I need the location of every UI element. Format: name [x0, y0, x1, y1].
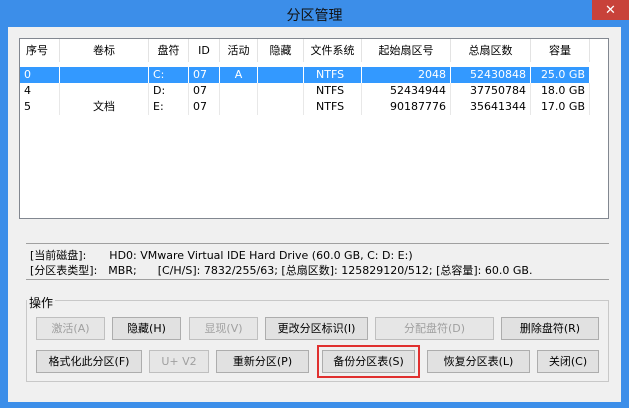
backup-button-highlight: [317, 345, 420, 378]
partition-type-line: [分区表类型]: MBR; [C/H/S]: 7832/255/63; [总扇区…: [30, 262, 532, 278]
disk-geometry-value: [C/H/S]: 7832/255/63; [总扇区数]: 125829120/…: [157, 264, 533, 277]
current-disk-label: [当前磁盘]:: [30, 249, 87, 262]
partition-type-value: MBR;: [108, 264, 137, 277]
window-close-button[interactable]: ✕: [592, 0, 629, 20]
current-disk-value: HD0: VMware Virtual IDE Hard Drive (60.0…: [109, 249, 413, 262]
close-button[interactable]: 关闭(C): [537, 350, 599, 373]
table-row[interactable]: 0 C: 07 A NTFS 2048 52430848 25.0 GB: [20, 67, 590, 83]
window-border-right: [621, 27, 629, 408]
hide-button[interactable]: 隐藏(H): [112, 317, 181, 340]
change-partition-id-button[interactable]: 更改分区标识(I): [265, 317, 368, 340]
column-header-start-sector[interactable]: 起始扇区号: [362, 39, 451, 62]
format-partition-button[interactable]: 格式化此分区(F): [36, 350, 142, 373]
partition-table[interactable]: 序号 卷标 盘符 ID 活动 隐藏 文件系统 起始扇区号 总扇区数 容量 0 C…: [19, 38, 609, 219]
column-header-id[interactable]: ID: [189, 39, 220, 62]
repartition-button[interactable]: 重新分区(P): [216, 350, 309, 373]
close-icon: ✕: [605, 2, 616, 18]
column-header-hidden[interactable]: 隐藏: [258, 39, 304, 62]
column-header-index[interactable]: 序号: [20, 39, 60, 62]
window-border-left: [0, 27, 8, 408]
activate-button[interactable]: 激活(A): [36, 317, 105, 340]
table-row[interactable]: 4 D: 07 NTFS 52434944 37750784 18.0 GB: [20, 83, 590, 99]
restore-partition-table-button[interactable]: 恢复分区表(L): [427, 350, 530, 373]
window-title: 分区管理: [286, 8, 343, 24]
column-header-active[interactable]: 活动: [220, 39, 258, 62]
operations-label: 操作: [27, 294, 56, 311]
title-bar[interactable]: 分区管理 ✕: [0, 0, 629, 27]
column-header-label[interactable]: 卷标: [60, 39, 149, 62]
show-button[interactable]: 显现(V): [189, 317, 258, 340]
assign-drive-letter-button[interactable]: 分配盘符(D): [375, 317, 494, 340]
u-plus-v2-button[interactable]: U+ V2: [149, 350, 209, 373]
column-header-total-sectors[interactable]: 总扇区数: [451, 39, 531, 62]
window-border-bottom: [0, 402, 629, 408]
partition-type-label: [分区表类型]:: [30, 264, 98, 277]
column-header-drive[interactable]: 盘符: [149, 39, 189, 62]
table-row[interactable]: 5 文档 E: 07 NTFS 90187776 35641344 17.0 G…: [20, 99, 590, 115]
disk-info-line: [当前磁盘]: HD0: VMware Virtual IDE Hard Dri…: [30, 247, 413, 263]
table-header: 序号 卷标 盘符 ID 活动 隐藏 文件系统 起始扇区号 总扇区数 容量: [20, 39, 608, 62]
disk-info-panel: [当前磁盘]: HD0: VMware Virtual IDE Hard Dri…: [26, 243, 609, 280]
column-header-capacity[interactable]: 容量: [531, 39, 590, 62]
partition-manager-window: 分区管理 ✕ 序号 卷标 盘符 ID 活动 隐藏 文件系统 起始扇区号 总扇区数…: [0, 0, 629, 408]
column-header-filesystem[interactable]: 文件系统: [304, 39, 362, 62]
delete-drive-letter-button[interactable]: 删除盘符(R): [501, 317, 599, 340]
